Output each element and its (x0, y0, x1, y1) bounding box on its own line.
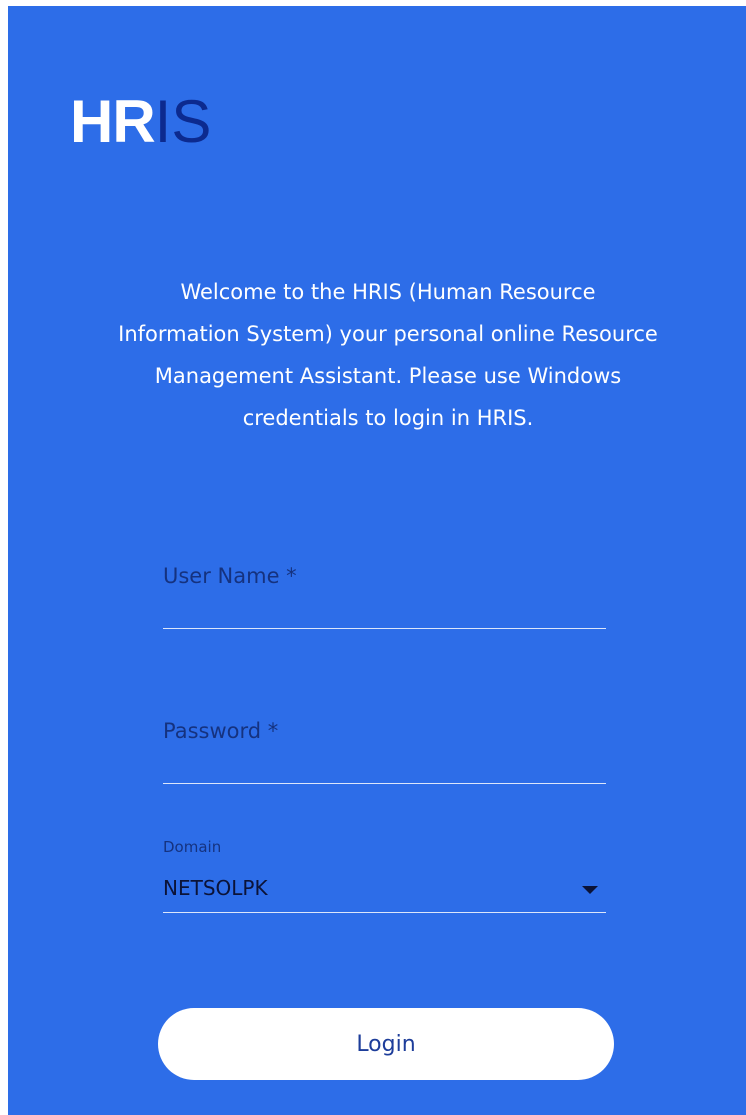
username-field-container (163, 554, 606, 629)
domain-select[interactable]: Domain NETSOLPK (163, 838, 606, 913)
username-input[interactable] (163, 556, 606, 596)
password-input[interactable] (163, 711, 606, 751)
logo-text-hr: HR (70, 87, 156, 155)
chevron-down-icon[interactable] (582, 886, 598, 894)
logo-text-is: IS (154, 87, 212, 155)
welcome-message: Welcome to the HRIS (Human Resource Info… (118, 280, 658, 430)
login-panel: HR IS Welcome to the HRIS (Human Resource… (8, 6, 746, 1115)
login-button[interactable]: Login (158, 1008, 614, 1080)
password-field-container (163, 709, 606, 784)
domain-selected-value: NETSOLPK (163, 876, 268, 900)
domain-label: Domain (163, 838, 222, 856)
hris-logo: HR IS (70, 86, 211, 156)
